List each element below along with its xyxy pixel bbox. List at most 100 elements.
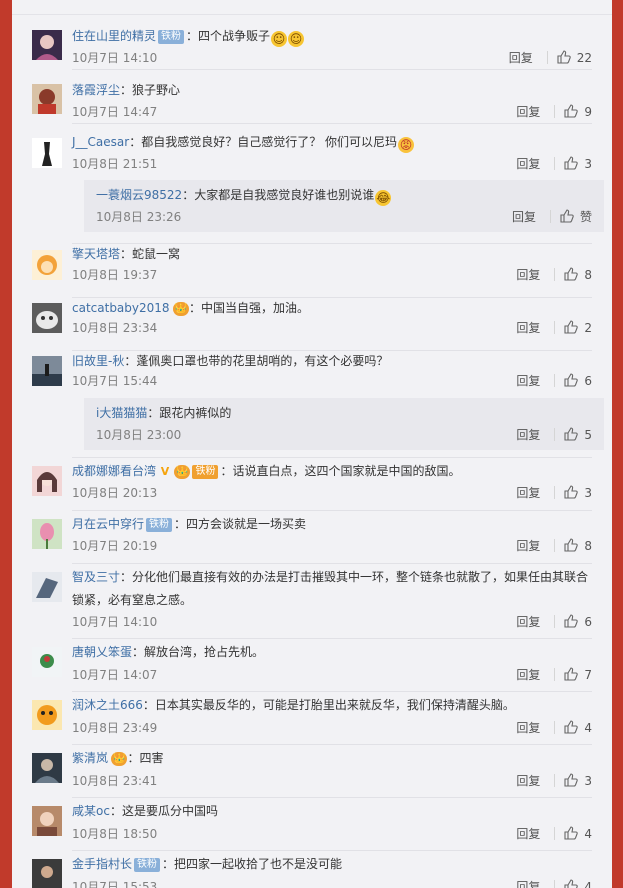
username[interactable]: catcatbaby2018 xyxy=(72,301,170,315)
crown-badge-icon[interactable]: 👑 xyxy=(111,752,128,766)
thumbs-up-icon[interactable] xyxy=(564,104,579,118)
thumbs-up-icon[interactable] xyxy=(564,879,579,888)
thumbs-up-icon[interactable] xyxy=(564,667,579,681)
comment-item: 月在云中穿行 铁粉 ：四方会谈就是一场买卖 10月7日 20:19 回复 8 xyxy=(12,511,612,564)
laugh-cry-emoji-icon: 😂 xyxy=(375,190,392,206)
thumbs-up-icon[interactable] xyxy=(564,773,579,787)
avatar[interactable] xyxy=(32,303,62,333)
reply-button[interactable]: 回复 xyxy=(516,374,540,388)
reply-button[interactable]: 回复 xyxy=(516,539,540,553)
thumbs-up-icon[interactable] xyxy=(564,614,579,628)
reply-button[interactable]: 回复 xyxy=(516,880,540,888)
avatar[interactable] xyxy=(32,466,62,496)
avatar[interactable] xyxy=(32,84,62,114)
comment-time: 10月7日 20:19 xyxy=(72,539,158,553)
thumbs-up-icon[interactable] xyxy=(564,538,579,552)
comment-item: 润沐之土666：日本其实最反华的，可能是打胎里出来就反华，我们保持清醒头脑。 1… xyxy=(12,692,612,745)
reply-button[interactable]: 回复 xyxy=(516,668,540,682)
like-count: 3 xyxy=(584,157,592,171)
username[interactable]: 唐朝乂笨蛋 xyxy=(72,645,132,659)
avatar[interactable] xyxy=(32,250,62,280)
comment-time: 10月7日 15:53 xyxy=(72,880,158,888)
username[interactable]: 成都娜娜看台湾 xyxy=(72,464,156,478)
reply-button[interactable]: 回复 xyxy=(516,774,540,788)
reply-button[interactable]: 回复 xyxy=(516,721,540,735)
comment-item: 住在山里的精灵 铁粉 ：四个战争贩子 ☺ ☺ 10月7日 14:10 回复 22 xyxy=(12,16,612,70)
angry-emoji-icon: 😡 xyxy=(398,137,415,153)
username[interactable]: 咸某oc xyxy=(72,804,110,818)
sub-reply: 一蓑烟云98522：大家都是自我感觉良好谁也别说谁 😂 10月8日 23:26 回… xyxy=(84,180,604,232)
comment-text-continued: 锁紧，必有窒息之感。 xyxy=(72,593,193,607)
verified-v-icon[interactable]: V xyxy=(159,466,171,478)
thumbs-up-icon[interactable] xyxy=(564,373,579,387)
comment-item: 旧故里-秋：蓬佩奥口罩也带的花里胡哨的，有这个必要吗？ 10月7日 15:44 … xyxy=(12,351,612,396)
avatar[interactable] xyxy=(32,138,62,168)
comment-time: 10月8日 23:00 xyxy=(96,428,182,442)
like-count: 4 xyxy=(584,880,592,888)
username[interactable]: 智及三寸 xyxy=(72,570,120,584)
fan-badge[interactable]: 铁粉 xyxy=(192,465,219,479)
reply-button[interactable]: 回复 xyxy=(516,105,540,119)
avatar[interactable] xyxy=(32,806,62,836)
comment-time: 10月7日 14:10 xyxy=(72,615,158,629)
avatar[interactable] xyxy=(32,859,62,888)
thumbs-up-icon[interactable] xyxy=(564,320,579,334)
crown-badge-icon[interactable]: 👑 xyxy=(172,302,189,316)
avatar[interactable] xyxy=(32,753,62,783)
like-label[interactable]: 赞 xyxy=(580,210,592,224)
comment-item: 擎天塔塔：蛇鼠一窝 10月8日 19:37 回复 8 xyxy=(12,244,612,298)
thumbs-up-icon[interactable] xyxy=(560,209,574,223)
comment-time: 10月7日 15:44 xyxy=(72,374,158,388)
username[interactable]: 旧故里-秋 xyxy=(72,354,124,368)
username[interactable]: 金手指村长 xyxy=(72,857,132,871)
avatar[interactable] xyxy=(32,356,62,386)
username[interactable]: 润沐之土666 xyxy=(72,698,143,712)
comment-item: 落霞浮尘：狼子野心 10月7日 14:47 回复 9 xyxy=(12,70,612,124)
fan-badge[interactable]: 铁粉 xyxy=(134,858,161,872)
reply-button[interactable]: 回复 xyxy=(509,51,533,65)
username[interactable]: i大猫猫猫 xyxy=(96,406,147,420)
reply-button[interactable]: 回复 xyxy=(512,210,536,224)
reply-button[interactable]: 回复 xyxy=(516,428,540,442)
thumbs-up-icon[interactable] xyxy=(564,826,579,840)
username[interactable]: 紫清岚 xyxy=(72,751,108,765)
username[interactable]: 月在云中穿行 xyxy=(72,517,144,531)
thumbs-up-icon[interactable] xyxy=(564,156,579,170)
reply-button[interactable]: 回复 xyxy=(516,321,540,335)
comment-time: 10月8日 18:50 xyxy=(72,827,158,841)
crown-badge-icon[interactable]: 👑 xyxy=(174,465,191,479)
fan-badge[interactable]: 铁粉 xyxy=(158,30,185,44)
comment-text: 都自我感觉良好？自己感觉行了？ 你们可以尼玛 xyxy=(141,135,398,149)
avatar[interactable] xyxy=(32,519,62,549)
avatar[interactable] xyxy=(32,647,62,677)
reply-button[interactable]: 回复 xyxy=(516,486,540,500)
reply-button[interactable]: 回复 xyxy=(516,268,540,282)
thumbs-up-icon[interactable] xyxy=(564,720,579,734)
reply-button[interactable]: 回复 xyxy=(516,827,540,841)
comment-time: 10月7日 14:47 xyxy=(72,105,158,119)
username[interactable]: 一蓑烟云98522 xyxy=(96,188,182,202)
thumbs-up-icon[interactable] xyxy=(557,50,571,64)
reply-button[interactable]: 回复 xyxy=(516,157,540,171)
like-count: 3 xyxy=(584,486,592,500)
username[interactable]: 落霞浮尘 xyxy=(72,83,120,97)
like-count: 6 xyxy=(584,615,592,629)
thumbs-up-icon[interactable] xyxy=(564,267,579,281)
avatar[interactable] xyxy=(32,30,62,60)
username[interactable]: 擎天塔塔 xyxy=(72,247,120,261)
thumbs-up-icon[interactable] xyxy=(564,485,579,499)
like-count: 2 xyxy=(584,321,592,335)
comment-panel: 住在山里的精灵 铁粉 ：四个战争贩子 ☺ ☺ 10月7日 14:10 回复 22 落霞浮尘… xyxy=(12,0,612,888)
smile-emoji-icon: ☺ xyxy=(271,31,288,47)
comment-time: 10月8日 23:26 xyxy=(96,210,182,224)
thumbs-up-icon[interactable] xyxy=(564,427,579,441)
fan-badge[interactable]: 铁粉 xyxy=(146,518,173,532)
username[interactable]: J__Caesar xyxy=(72,135,129,149)
avatar[interactable] xyxy=(32,572,62,602)
reply-button[interactable]: 回复 xyxy=(516,615,540,629)
avatar[interactable] xyxy=(32,700,62,730)
like-count: 4 xyxy=(584,721,592,735)
username[interactable]: 住在山里的精灵 xyxy=(72,29,156,43)
like-count: 4 xyxy=(584,827,592,841)
like-count: 3 xyxy=(584,774,592,788)
